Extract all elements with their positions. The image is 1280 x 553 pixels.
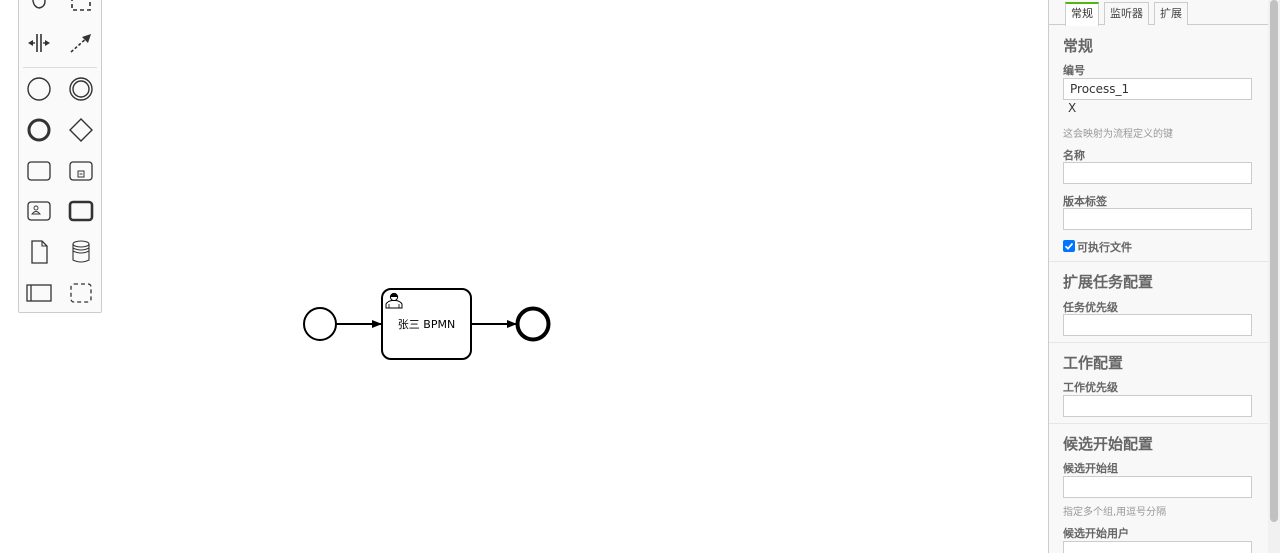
task-priority-label: 任务优先级	[1063, 301, 1118, 314]
starter-groups-input[interactable]	[1063, 476, 1252, 498]
executable-checkbox[interactable]	[1063, 240, 1075, 252]
tab-general[interactable]: 常规	[1065, 2, 1099, 26]
name-textarea[interactable]	[1063, 162, 1252, 184]
name-label: 名称	[1063, 149, 1085, 162]
section-job-title: 工作配置	[1063, 354, 1124, 372]
starter-groups-hint: 指定多个组,用逗号分隔	[1063, 507, 1167, 518]
executable-label: 可执行文件	[1077, 241, 1132, 254]
starter-users-label: 候选开始用户	[1063, 527, 1129, 540]
task-label: 张三 BPMN	[398, 318, 455, 331]
starter-groups-label: 候选开始组	[1063, 462, 1118, 475]
panel-tabs: 常规 监听器 扩展	[1049, 0, 1268, 26]
checkmark-icon	[1064, 242, 1074, 250]
id-label: 编号	[1063, 64, 1085, 77]
version-input[interactable]	[1063, 208, 1252, 230]
diagram-canvas[interactable]: 张三 BPMN	[0, 0, 1048, 553]
start-event[interactable]	[303, 307, 337, 341]
job-priority-input[interactable]	[1063, 395, 1252, 417]
section-ext-task-title: 扩展任务配置	[1063, 273, 1154, 291]
end-event[interactable]	[515, 306, 551, 342]
id-input[interactable]: Process_1	[1063, 78, 1252, 100]
user-task[interactable]: 张三 BPMN	[381, 288, 472, 360]
id-hint: 这会映射为流程定义的键	[1063, 129, 1173, 140]
tab-extensions[interactable]: 扩展	[1154, 2, 1188, 25]
section-general-title: 常规	[1063, 37, 1094, 55]
job-priority-label: 工作优先级	[1063, 381, 1118, 394]
version-label: 版本标签	[1063, 195, 1107, 208]
panel-scrollbar[interactable]	[1268, 0, 1280, 553]
clear-id-button[interactable]: X	[1068, 101, 1076, 115]
scrollbar-thumb[interactable]	[1270, 0, 1278, 522]
starter-users-input[interactable]	[1063, 541, 1252, 553]
bpmn-diagram: 张三 BPMN	[303, 288, 551, 360]
tab-listeners[interactable]: 监听器	[1104, 2, 1149, 25]
section-starter-title: 候选开始配置	[1063, 435, 1154, 453]
properties-panel: 常规 监听器 扩展 常规 编号 Process_1 X 这会映射为流程定义的键 …	[1048, 0, 1268, 553]
task-priority-input[interactable]	[1063, 314, 1252, 336]
